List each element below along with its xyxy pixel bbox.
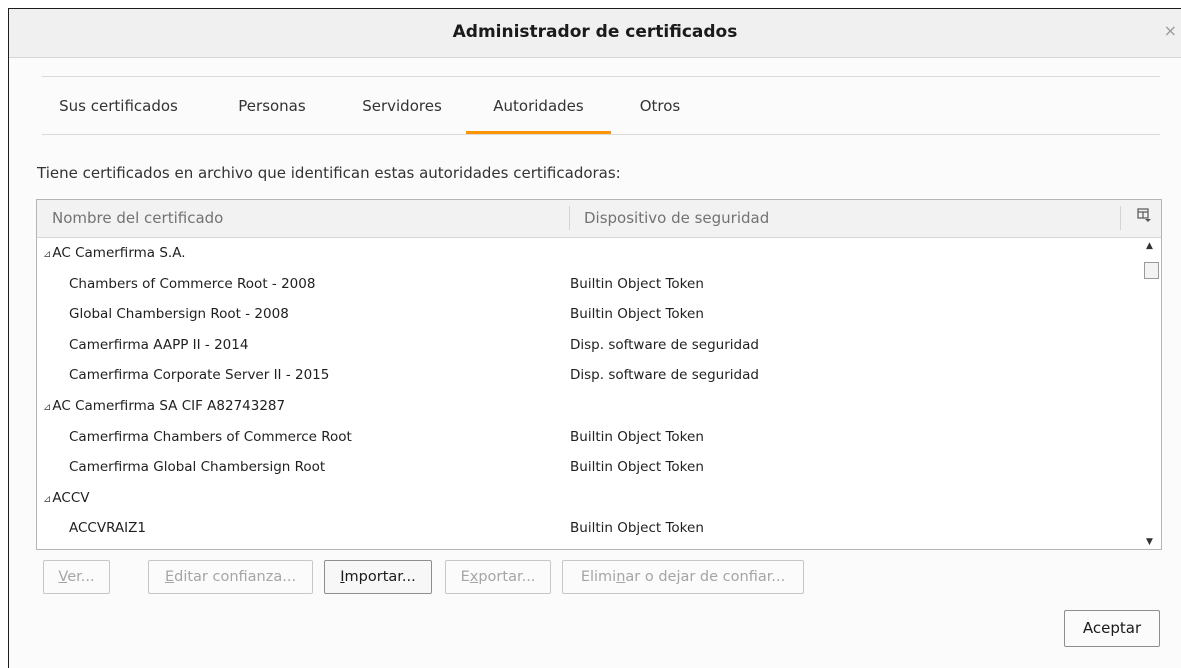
tree-cert-row[interactable]: Camerfirma Global Chambersign Root Built… bbox=[37, 452, 1141, 483]
tree-group-row[interactable]: ⊿AC Camerfirma S.A. bbox=[37, 238, 1141, 269]
tree-cert-row[interactable]: Camerfirma Chambers of Commerce Root Bui… bbox=[37, 422, 1141, 453]
group-name: ⊿AC Camerfirma SA CIF A82743287 bbox=[43, 398, 285, 414]
tab-servers[interactable]: Servidores bbox=[341, 97, 463, 135]
tree-cert-row[interactable]: Global Chambersign Root - 2008 Builtin O… bbox=[37, 299, 1141, 330]
view-button[interactable]: Ver... bbox=[43, 560, 110, 594]
tab-people[interactable]: Personas bbox=[224, 97, 320, 135]
twisty-expanded-icon[interactable]: ⊿ bbox=[43, 402, 51, 413]
security-device: Builtin Object Token bbox=[570, 275, 704, 292]
security-device: Disp. software de seguridad bbox=[570, 367, 759, 384]
certificate-name: Camerfirma Chambers of Commerce Root bbox=[69, 428, 352, 445]
column-header-certificate-name[interactable]: Nombre del certificado bbox=[52, 209, 223, 227]
vertical-scrollbar[interactable]: ▲ ▼ bbox=[1142, 238, 1161, 549]
column-header-security-device[interactable]: Dispositivo de seguridad bbox=[584, 209, 769, 227]
import-button[interactable]: Importar... bbox=[324, 560, 432, 594]
export-button[interactable]: Exportar... bbox=[445, 560, 551, 594]
title-bar: Administrador de certificados bbox=[9, 9, 1181, 58]
delete-or-distrust-button[interactable]: Eliminar o dejar de confiar... bbox=[562, 560, 804, 594]
tree-body: ⊿AC Camerfirma S.A. Chambers of Commerce… bbox=[37, 238, 1141, 549]
column-separator[interactable] bbox=[1120, 206, 1121, 230]
tree-group-row[interactable]: ⊿AC Camerfirma SA CIF A82743287 bbox=[37, 391, 1141, 422]
tab-others[interactable]: Otros bbox=[623, 97, 697, 135]
tree-cert-row[interactable]: Chambers of Commerce Root - 2008 Builtin… bbox=[37, 269, 1141, 300]
scroll-down-arrow-icon[interactable]: ▼ bbox=[1146, 537, 1153, 547]
close-icon[interactable]: × bbox=[1164, 21, 1177, 40]
scrollbar-thumb[interactable] bbox=[1144, 262, 1159, 279]
tree-cert-row[interactable]: Camerfirma AAPP II - 2014 Disp. software… bbox=[37, 330, 1141, 361]
security-device: Builtin Object Token bbox=[570, 520, 704, 537]
certificate-tree[interactable]: Nombre del certificado Dispositivo de se… bbox=[36, 199, 1162, 550]
certificate-name: Camerfirma Corporate Server II - 2015 bbox=[69, 367, 330, 384]
twisty-expanded-icon[interactable]: ⊿ bbox=[43, 494, 51, 505]
tree-cert-row[interactable]: ACCVRAIZ1 Builtin Object Token bbox=[37, 513, 1141, 544]
group-label: ACCV bbox=[52, 489, 90, 506]
tree-header: Nombre del certificado Dispositivo de se… bbox=[37, 200, 1161, 238]
certificate-name: Camerfirma Global Chambersign Root bbox=[69, 459, 326, 476]
dialog-title: Administrador de certificados bbox=[452, 22, 738, 42]
edit-trust-button[interactable]: Editar confianza... bbox=[148, 560, 313, 594]
group-label: AC Camerfirma S.A. bbox=[52, 245, 186, 261]
certificate-name: Chambers of Commerce Root - 2008 bbox=[69, 275, 316, 292]
group-name: ⊿ACCV bbox=[43, 490, 89, 506]
group-name: ⊿AC Camerfirma S.A. bbox=[43, 245, 186, 261]
tree-cert-row[interactable]: Camerfirma Corporate Server II - 2015 Di… bbox=[37, 360, 1141, 391]
scroll-up-arrow-icon[interactable]: ▲ bbox=[1146, 241, 1153, 251]
security-device: Builtin Object Token bbox=[570, 306, 704, 323]
tab-authorities[interactable]: Autoridades bbox=[466, 97, 611, 135]
tree-group-row[interactable]: ⊿ACCV bbox=[37, 483, 1141, 514]
certificate-manager-dialog: Administrador de certificados × Sus cert… bbox=[8, 8, 1181, 668]
tabs-bottom-divider bbox=[42, 134, 1160, 135]
twisty-expanded-icon[interactable]: ⊿ bbox=[43, 249, 51, 260]
security-device: Builtin Object Token bbox=[570, 459, 704, 476]
tabs-top-divider bbox=[42, 76, 1160, 77]
accept-button[interactable]: Aceptar bbox=[1064, 610, 1160, 647]
security-device: Builtin Object Token bbox=[570, 428, 704, 445]
column-separator[interactable] bbox=[569, 206, 570, 230]
column-picker-icon[interactable] bbox=[1137, 208, 1151, 222]
authorities-intro-text: Tiene certificados en archivo que identi… bbox=[37, 164, 621, 182]
security-device: Disp. software de seguridad bbox=[570, 336, 759, 353]
certificate-name: ACCVRAIZ1 bbox=[69, 520, 146, 537]
certificate-name: Camerfirma AAPP II - 2014 bbox=[69, 336, 249, 353]
tab-your-certificates[interactable]: Sus certificados bbox=[42, 97, 195, 135]
group-label: AC Camerfirma SA CIF A82743287 bbox=[52, 397, 286, 414]
certificate-name: Global Chambersign Root - 2008 bbox=[69, 306, 289, 323]
